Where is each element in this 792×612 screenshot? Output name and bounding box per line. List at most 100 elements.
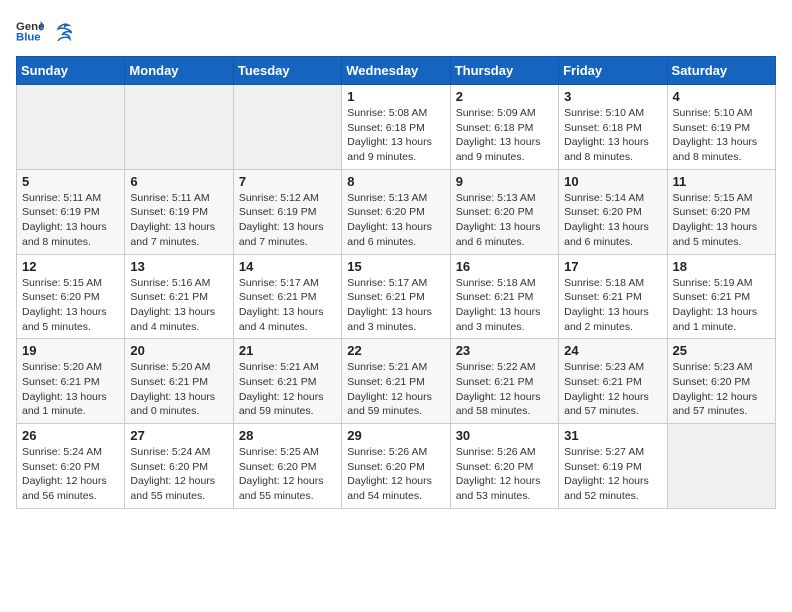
week-row-5: 26 Sunrise: 5:24 AMSunset: 6:20 PMDayligh…: [17, 424, 776, 509]
logo-bird-icon: [50, 23, 72, 41]
day-detail: Sunrise: 5:10 AMSunset: 6:19 PMDaylight:…: [673, 106, 770, 165]
day-number: 24: [564, 343, 661, 358]
day-number: 13: [130, 259, 227, 274]
calendar-cell: 9Sunrise: 5:13 AMSunset: 6:20 PMDaylight…: [450, 169, 558, 254]
calendar-cell: 13 Sunrise: 5:16 AMSunset: 6:21 PMDayligh…: [125, 254, 233, 339]
calendar-cell: 4 Sunrise: 5:10 AMSunset: 6:19 PMDaylight…: [667, 85, 775, 170]
day-number: 17: [564, 259, 661, 274]
calendar-cell: 10 Sunrise: 5:14 AMSunset: 6:20 PMDayligh…: [559, 169, 667, 254]
day-detail: Sunrise: 5:17 AMSunset: 6:21 PMDaylight:…: [347, 276, 444, 335]
calendar-cell: [667, 424, 775, 509]
calendar-cell: 26Sunrise: 5:24 AMSunset: 6:20 PMDayligh…: [17, 424, 125, 509]
calendar-cell: 14Sunrise: 5:17 AMSunset: 6:21 PMDayligh…: [233, 254, 341, 339]
day-number: 26: [22, 428, 119, 443]
calendar-cell: 19 Sunrise: 5:20 AMSunset: 6:21 PMDayligh…: [17, 339, 125, 424]
calendar-cell: 20 Sunrise: 5:20 AMSunset: 6:21 PMDayligh…: [125, 339, 233, 424]
day-number: 20: [130, 343, 227, 358]
day-detail: Sunrise: 5:16 AMSunset: 6:21 PMDaylight:…: [130, 276, 227, 335]
day-detail: Sunrise: 5:13 AMSunset: 6:20 PMDaylight:…: [456, 191, 553, 250]
day-detail: Sunrise: 5:26 AMSunset: 6:20 PMDaylight:…: [456, 445, 553, 504]
calendar-cell: 28 Sunrise: 5:25 AMSunset: 6:20 PMDayligh…: [233, 424, 341, 509]
day-detail: Sunrise: 5:24 AMSunset: 6:20 PMDaylight:…: [130, 445, 227, 504]
day-detail: Sunrise: 5:12 AMSunset: 6:19 PMDaylight:…: [239, 191, 336, 250]
day-detail: Sunrise: 5:08 AMSunset: 6:18 PMDaylight:…: [347, 106, 444, 165]
weekday-saturday: Saturday: [667, 57, 775, 85]
day-number: 16: [456, 259, 553, 274]
day-detail: Sunrise: 5:15 AMSunset: 6:20 PMDaylight:…: [673, 191, 770, 250]
day-number: 1: [347, 89, 444, 104]
day-number: 23: [456, 343, 553, 358]
calendar-cell: 30 Sunrise: 5:26 AMSunset: 6:20 PMDayligh…: [450, 424, 558, 509]
calendar-cell: 3 Sunrise: 5:10 AMSunset: 6:18 PMDaylight…: [559, 85, 667, 170]
week-row-1: 1 Sunrise: 5:08 AMSunset: 6:18 PMDaylight…: [17, 85, 776, 170]
logo-icon: General Blue: [16, 16, 44, 44]
svg-text:Blue: Blue: [16, 32, 41, 44]
day-number: 2: [456, 89, 553, 104]
day-number: 12: [22, 259, 119, 274]
calendar-body: 1 Sunrise: 5:08 AMSunset: 6:18 PMDaylight…: [17, 85, 776, 509]
calendar-cell: 12 Sunrise: 5:15 AMSunset: 6:20 PMDayligh…: [17, 254, 125, 339]
day-number: 10: [564, 174, 661, 189]
weekday-tuesday: Tuesday: [233, 57, 341, 85]
weekday-thursday: Thursday: [450, 57, 558, 85]
week-row-2: 5 Sunrise: 5:11 AMSunset: 6:19 PMDaylight…: [17, 169, 776, 254]
day-detail: Sunrise: 5:13 AMSunset: 6:20 PMDaylight:…: [347, 191, 444, 250]
logo: General Blue: [16, 16, 72, 44]
day-number: 19: [22, 343, 119, 358]
day-number: 28: [239, 428, 336, 443]
calendar-cell: 15 Sunrise: 5:17 AMSunset: 6:21 PMDayligh…: [342, 254, 450, 339]
day-number: 29: [347, 428, 444, 443]
day-detail: Sunrise: 5:21 AMSunset: 6:21 PMDaylight:…: [347, 360, 444, 419]
calendar-cell: 21Sunrise: 5:21 AMSunset: 6:21 PMDayligh…: [233, 339, 341, 424]
calendar-cell: 18 Sunrise: 5:19 AMSunset: 6:21 PMDayligh…: [667, 254, 775, 339]
day-detail: Sunrise: 5:25 AMSunset: 6:20 PMDaylight:…: [239, 445, 336, 504]
day-detail: Sunrise: 5:11 AMSunset: 6:19 PMDaylight:…: [22, 191, 119, 250]
day-number: 15: [347, 259, 444, 274]
day-number: 18: [673, 259, 770, 274]
weekday-wednesday: Wednesday: [342, 57, 450, 85]
day-detail: Sunrise: 5:15 AMSunset: 6:20 PMDaylight:…: [22, 276, 119, 335]
day-number: 3: [564, 89, 661, 104]
weekday-monday: Monday: [125, 57, 233, 85]
day-detail: Sunrise: 5:21 AMSunset: 6:21 PMDaylight:…: [239, 360, 336, 419]
weekday-sunday: Sunday: [17, 57, 125, 85]
calendar-cell: [17, 85, 125, 170]
calendar-cell: 17 Sunrise: 5:18 AMSunset: 6:21 PMDayligh…: [559, 254, 667, 339]
calendar-cell: 7 Sunrise: 5:12 AMSunset: 6:19 PMDaylight…: [233, 169, 341, 254]
day-detail: Sunrise: 5:18 AMSunset: 6:21 PMDaylight:…: [564, 276, 661, 335]
calendar-cell: 6 Sunrise: 5:11 AMSunset: 6:19 PMDaylight…: [125, 169, 233, 254]
day-number: 6: [130, 174, 227, 189]
day-detail: Sunrise: 5:20 AMSunset: 6:21 PMDaylight:…: [22, 360, 119, 419]
day-detail: Sunrise: 5:09 AMSunset: 6:18 PMDaylight:…: [456, 106, 553, 165]
calendar-table: SundayMondayTuesdayWednesdayThursdayFrid…: [16, 56, 776, 509]
day-number: 4: [673, 89, 770, 104]
day-detail: Sunrise: 5:14 AMSunset: 6:20 PMDaylight:…: [564, 191, 661, 250]
weekday-header-row: SundayMondayTuesdayWednesdayThursdayFrid…: [17, 57, 776, 85]
calendar-cell: 29Sunrise: 5:26 AMSunset: 6:20 PMDayligh…: [342, 424, 450, 509]
calendar-cell: [125, 85, 233, 170]
day-detail: Sunrise: 5:11 AMSunset: 6:19 PMDaylight:…: [130, 191, 227, 250]
day-detail: Sunrise: 5:23 AMSunset: 6:21 PMDaylight:…: [564, 360, 661, 419]
day-number: 22: [347, 343, 444, 358]
calendar-cell: 8Sunrise: 5:13 AMSunset: 6:20 PMDaylight…: [342, 169, 450, 254]
day-detail: Sunrise: 5:20 AMSunset: 6:21 PMDaylight:…: [130, 360, 227, 419]
page-header: General Blue: [16, 16, 776, 44]
calendar-cell: 16 Sunrise: 5:18 AMSunset: 6:21 PMDayligh…: [450, 254, 558, 339]
day-number: 7: [239, 174, 336, 189]
week-row-3: 12 Sunrise: 5:15 AMSunset: 6:20 PMDayligh…: [17, 254, 776, 339]
calendar-cell: 11Sunrise: 5:15 AMSunset: 6:20 PMDayligh…: [667, 169, 775, 254]
day-number: 30: [456, 428, 553, 443]
calendar-cell: 5 Sunrise: 5:11 AMSunset: 6:19 PMDaylight…: [17, 169, 125, 254]
day-number: 14: [239, 259, 336, 274]
calendar-cell: 27Sunrise: 5:24 AMSunset: 6:20 PMDayligh…: [125, 424, 233, 509]
calendar-cell: 25Sunrise: 5:23 AMSunset: 6:20 PMDayligh…: [667, 339, 775, 424]
day-number: 5: [22, 174, 119, 189]
day-detail: Sunrise: 5:18 AMSunset: 6:21 PMDaylight:…: [456, 276, 553, 335]
day-detail: Sunrise: 5:10 AMSunset: 6:18 PMDaylight:…: [564, 106, 661, 165]
day-number: 25: [673, 343, 770, 358]
day-detail: Sunrise: 5:19 AMSunset: 6:21 PMDaylight:…: [673, 276, 770, 335]
calendar-cell: 2 Sunrise: 5:09 AMSunset: 6:18 PMDaylight…: [450, 85, 558, 170]
calendar-cell: 22 Sunrise: 5:21 AMSunset: 6:21 PMDayligh…: [342, 339, 450, 424]
calendar-cell: 24 Sunrise: 5:23 AMSunset: 6:21 PMDayligh…: [559, 339, 667, 424]
day-detail: Sunrise: 5:27 AMSunset: 6:19 PMDaylight:…: [564, 445, 661, 504]
